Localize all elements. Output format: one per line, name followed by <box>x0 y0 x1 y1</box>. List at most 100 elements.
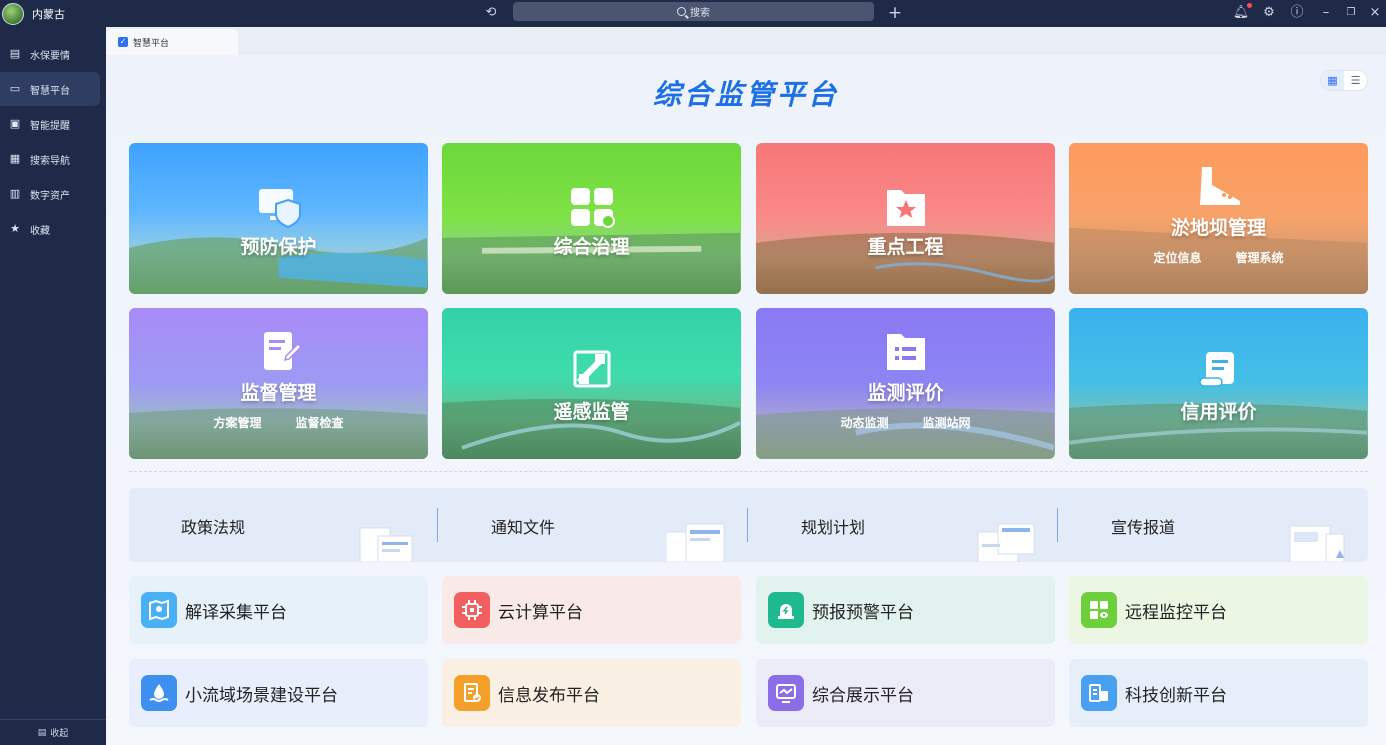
document-illustration-icon <box>666 523 725 562</box>
tab-label: 智慧平台 <box>133 38 170 49</box>
close-icon[interactable]: × <box>1366 4 1384 22</box>
card-supervision-management[interactable]: 监督管理 方案管理 监督检查 <box>129 308 428 459</box>
sidebar-item-label: 数字资产 <box>30 190 70 202</box>
card-label: 预防保护 <box>240 236 317 258</box>
platform-label: 远程监控平台 <box>1125 602 1227 623</box>
dam-icon <box>1199 167 1240 205</box>
search-placeholder: 搜索 <box>690 8 710 19</box>
document-illustration-icon <box>1289 525 1345 562</box>
card-sub-link-dynamic-monitoring[interactable]: 动态监测 <box>840 414 888 431</box>
list-view-icon[interactable]: ☰ <box>1344 71 1367 90</box>
card-sub-link-location-info[interactable]: 定位信息 <box>1153 249 1201 266</box>
card-sub-link-management-system[interactable]: 管理系统 <box>1236 249 1284 266</box>
card-label: 信用评价 <box>1180 401 1257 423</box>
message-icon: ▣ <box>9 117 21 130</box>
document-illustration-icon <box>977 523 1035 562</box>
collapse-icon: ▤ <box>37 727 47 738</box>
card-sub-link-plan-management[interactable]: 方案管理 <box>213 414 261 431</box>
doc-notices[interactable]: 通知文件 <box>439 488 748 562</box>
grid-view-icon[interactable]: ▦ <box>1321 71 1344 90</box>
sidebar-item-favorites[interactable]: ★ 收藏 <box>0 212 100 246</box>
app-brand[interactable]: 内蒙古 <box>0 0 106 27</box>
platform-interpretation-collection[interactable]: 解译采集平台 <box>129 576 428 644</box>
card-monitoring-evaluation[interactable]: 监测评价 动态监测 监测站网 <box>756 308 1055 459</box>
doc-label: 通知文件 <box>491 518 556 537</box>
platform-forecast-warning[interactable]: 预报预警平台 <box>756 576 1055 644</box>
doc-policy-regulations[interactable]: 政策法规 <box>129 488 438 562</box>
book-icon: ▤ <box>9 47 21 60</box>
satellite-icon <box>573 350 610 388</box>
doc-label: 规划计划 <box>801 518 866 537</box>
sidebar-item-water-conservation[interactable]: ▤ 水保要情 <box>0 37 100 71</box>
doc-check-icon <box>454 675 490 711</box>
platform-information-release[interactable]: 信息发布平台 <box>442 659 741 727</box>
sidebar: ▤ 水保要情 ▭ 智慧平台 ▣ 智能提醒 ▦ 搜索导航 ▥ 数字资产 ★ 收藏 … <box>0 27 106 745</box>
doc-planning[interactable]: 规划计划 <box>749 488 1058 562</box>
sidebar-item-smart-platform[interactable]: ▭ 智慧平台 <box>0 72 100 106</box>
doc-publicity[interactable]: 宣传报道 <box>1059 488 1368 562</box>
document-illustration-icon <box>359 527 413 562</box>
sidebar-item-smart-reminder[interactable]: ▣ 智能提醒 <box>0 107 100 141</box>
collapse-button[interactable]: ▤ 收起 <box>0 719 106 745</box>
water-drop-icon <box>141 675 177 711</box>
card-label: 监督管理 <box>240 382 317 404</box>
card-label: 重点工程 <box>867 236 944 258</box>
lab-icon <box>1081 675 1117 711</box>
card-credit-evaluation[interactable]: 信用评价 <box>1069 308 1368 459</box>
help-icon[interactable]: ⓘ <box>1288 4 1306 22</box>
sidebar-item-label: 收藏 <box>30 225 50 237</box>
history-icon[interactable]: ⟲ <box>482 4 500 22</box>
check-icon: ✓ <box>118 37 128 47</box>
sidebar-item-search-nav[interactable]: ▦ 搜索导航 <box>0 142 100 176</box>
chip-icon <box>454 592 490 628</box>
document-categories: 政策法规 通知文件 规划计划 宣传报道 <box>129 488 1368 562</box>
restore-icon[interactable]: ❐ <box>1342 4 1360 22</box>
card-label: 综合治理 <box>553 236 630 258</box>
platform-small-watershed-scene[interactable]: 小流域场景建设平台 <box>129 659 428 727</box>
tab-strip: ✓ 智慧平台 <box>106 27 1386 55</box>
scroll-icon <box>1198 352 1234 387</box>
sidebar-item-label: 搜索导航 <box>30 155 70 167</box>
doc-label: 政策法规 <box>181 518 246 537</box>
monitor-eye-icon <box>1081 592 1117 628</box>
doc-separator <box>1057 508 1058 542</box>
platform-comprehensive-display[interactable]: 综合展示平台 <box>756 659 1055 727</box>
platform-cloud-computing[interactable]: 云计算平台 <box>442 576 741 644</box>
card-remote-sensing-supervision[interactable]: 遥感监管 <box>442 308 741 459</box>
view-toggle[interactable]: ▦ ☰ <box>1320 70 1368 91</box>
alarm-icon <box>768 592 804 628</box>
platform-label: 科技创新平台 <box>1125 685 1227 706</box>
app-logo <box>2 2 24 25</box>
card-sub-link-supervision-inspection[interactable]: 监督检查 <box>296 414 344 431</box>
main-content: 综合监管平台 ▦ ☰ 预防保护 综合治理 重点工程 淤地坝管理 定位信息 管理系… <box>106 55 1386 745</box>
map-pin-icon <box>141 592 177 628</box>
platform-label: 解译采集平台 <box>185 602 287 623</box>
card-sub-link-monitoring-network[interactable]: 监测站网 <box>923 414 971 431</box>
platform-label: 预报预警平台 <box>812 602 914 623</box>
card-label: 淤地坝管理 <box>1170 217 1266 239</box>
card-key-projects[interactable]: 重点工程 <box>756 143 1055 294</box>
settings-gear-icon[interactable]: ⚙ <box>1260 4 1278 22</box>
search-input[interactable]: 搜索 <box>513 2 874 21</box>
tab-smart-platform[interactable]: ✓ 智慧平台 <box>106 29 238 55</box>
card-comprehensive-governance[interactable]: 综合治理 <box>442 143 741 294</box>
sidebar-item-label: 水保要情 <box>30 50 70 62</box>
platform-remote-monitoring[interactable]: 远程监控平台 <box>1069 576 1368 644</box>
sidebar-item-digital-assets[interactable]: ▥ 数字资产 <box>0 177 100 211</box>
notification-dot <box>1247 3 1252 8</box>
card-check-dam-management[interactable]: 淤地坝管理 定位信息 管理系统 <box>1069 143 1368 294</box>
platform-tech-innovation[interactable]: 科技创新平台 <box>1069 659 1368 727</box>
add-tab-icon[interactable]: + <box>886 4 904 22</box>
card-label: 遥感监管 <box>553 401 630 423</box>
section-divider <box>129 471 1368 472</box>
minimize-icon[interactable]: – <box>1317 4 1335 22</box>
title-bar: 内蒙古 ⟲ 搜索 + 🔔︎ ⚙ ⓘ – ❐ × <box>0 0 1386 27</box>
card-prevention-protection[interactable]: 预防保护 <box>129 143 428 294</box>
blocks-icon <box>570 188 615 228</box>
platform-label: 小流域场景建设平台 <box>185 685 338 706</box>
page-title: 综合监管平台 <box>652 78 839 111</box>
search-icon <box>677 7 686 16</box>
sidebar-item-label: 智慧平台 <box>30 85 70 97</box>
display-icon <box>768 675 804 711</box>
card-label: 监测评价 <box>867 382 944 404</box>
